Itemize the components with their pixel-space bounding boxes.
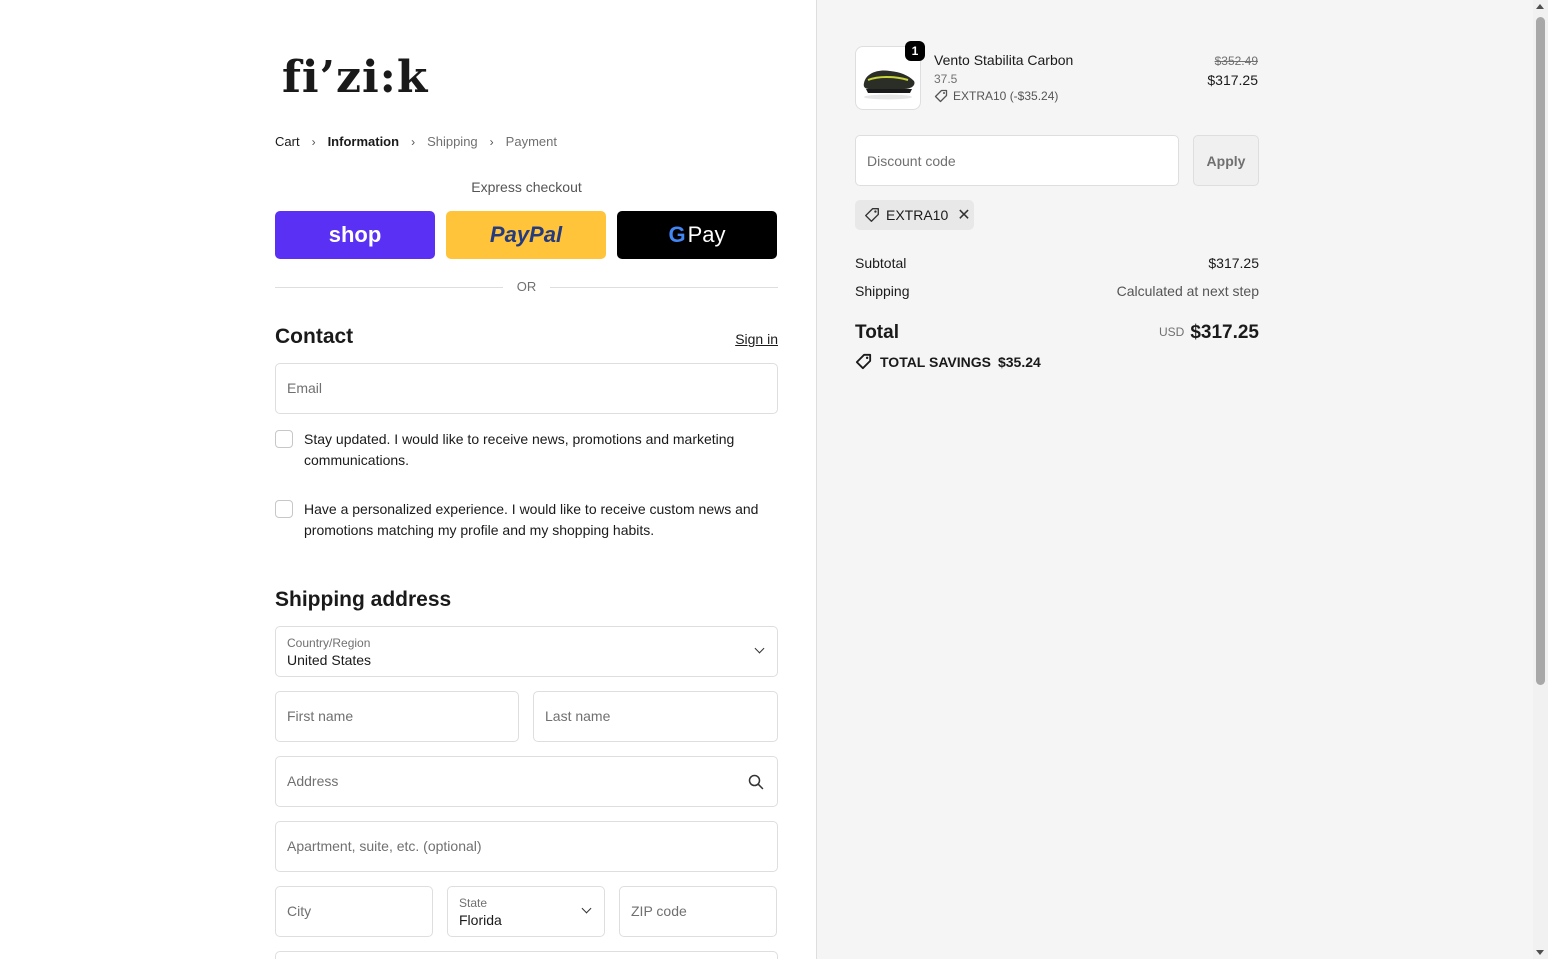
brand-logo[interactable]: fi’zi:k [282,52,428,103]
apartment-field[interactable]: Apartment, suite, etc. (optional) [275,821,778,872]
remove-discount-icon[interactable]: ✕ [957,205,970,225]
product-name: Vento Stabilita Carbon [934,52,1074,68]
product-discount-label: EXTRA10 (-$35.24) [953,89,1059,103]
last-name-field[interactable]: Last name [533,691,778,742]
shop-pay-logo: shop [328,222,382,247]
state-value: Florida [459,912,502,928]
scrollbar-thumb[interactable] [1536,17,1545,685]
email-placeholder: Email [287,380,323,396]
checkout-main-panel: fi’zi:k Cart › Information › Shipping › … [0,0,816,959]
express-checkout-title: Express checkout [471,179,582,195]
country-value: United States [287,652,372,668]
first-name-field[interactable]: First name [275,691,519,742]
total-amount: USD $317.25 [855,322,1259,344]
state-select[interactable]: State Florida [447,886,605,937]
scroll-up-arrow[interactable] [1536,4,1544,9]
discount-code-input[interactable]: Discount code [855,135,1179,186]
google-pay-label: Pay [687,222,726,247]
phone-field-partial[interactable] [275,951,778,959]
or-divider: OR [275,278,778,296]
chevron-down-icon [581,903,592,914]
tag-icon [855,353,872,370]
email-field[interactable]: Email [275,363,778,414]
chevron-down-icon [754,643,765,654]
subtotal-value: $317.25 [1208,255,1259,271]
breadcrumb-shipping: Shipping [427,134,478,149]
subtotal-row: Subtotal $317.25 [855,255,1259,271]
shipping-value: Calculated at next step [1116,283,1259,299]
newsletter-label[interactable]: Stay updated. I would like to receive ne… [304,429,778,471]
product-thumbnail: 1 [855,41,925,110]
sign-in-link[interactable]: Sign in [700,331,778,347]
shipping-address-heading: Shipping address [275,588,452,611]
city-placeholder: City [287,903,312,919]
shipping-label: Shipping [855,283,910,299]
applied-code-label: EXTRA10 [886,207,949,223]
city-field[interactable]: City [275,886,433,937]
first-name-placeholder: First name [287,708,354,724]
total-value: $317.25 [1190,322,1259,343]
google-g-icon: G [668,222,686,247]
paypal-logo: PayPal [489,222,563,247]
country-label: Country/Region [287,636,371,650]
newsletter-option: Stay updated. I would like to receive ne… [275,429,778,471]
original-price: $352.49 [1214,54,1258,68]
personalized-label[interactable]: Have a personalized experience. I would … [304,499,778,541]
breadcrumb-information: Information [327,134,400,149]
last-name-placeholder: Last name [545,708,611,724]
product-variant: 37.5 [934,72,958,86]
savings-value: $35.24 [997,353,1041,370]
page-scrollbar[interactable] [1533,0,1548,959]
apply-discount-button[interactable]: Apply [1193,135,1259,186]
breadcrumb-cart[interactable]: Cart [275,134,300,149]
currency-code: USD [1158,325,1185,339]
state-label: State [459,896,488,910]
tag-icon [865,208,879,222]
discount-code-placeholder: Discount code [867,153,956,169]
apartment-placeholder: Apartment, suite, etc. (optional) [287,838,482,854]
personalized-checkbox[interactable] [275,500,293,518]
address-placeholder: Address [287,773,339,789]
shipping-row: Shipping Calculated at next step [855,283,1259,299]
discounted-price: $317.25 [1207,72,1258,88]
divider-line [550,287,778,288]
zip-placeholder: ZIP code [631,903,687,919]
product-discount: EXTRA10 (-$35.24) [934,89,1058,103]
chevron-right-icon: › [489,134,494,149]
chevron-right-icon: › [311,134,316,149]
breadcrumb: Cart › Information › Shipping › Payment [275,134,557,149]
personalized-option: Have a personalized experience. I would … [275,499,778,541]
newsletter-checkbox[interactable] [275,430,293,448]
applied-discount-chip: EXTRA10 ✕ [855,200,974,230]
google-pay-button[interactable]: G Pay [617,211,777,259]
tag-icon [934,89,948,103]
search-icon [748,774,764,790]
scroll-down-arrow[interactable] [1536,950,1544,955]
zip-field[interactable]: ZIP code [619,886,777,937]
subtotal-label: Subtotal [855,255,907,271]
country-select[interactable]: Country/Region United States [275,626,778,677]
shop-pay-button[interactable]: shop [275,211,435,259]
contact-heading: Contact [275,325,354,348]
total-savings: TOTAL SAVINGS $35.24 [855,353,1041,370]
paypal-button[interactable]: PayPal [446,211,606,259]
address-field[interactable]: Address [275,756,778,807]
chevron-right-icon: › [411,134,416,149]
breadcrumb-payment: Payment [505,134,557,149]
quantity-badge: 1 [905,41,925,61]
savings-label: TOTAL SAVINGS [880,353,991,370]
